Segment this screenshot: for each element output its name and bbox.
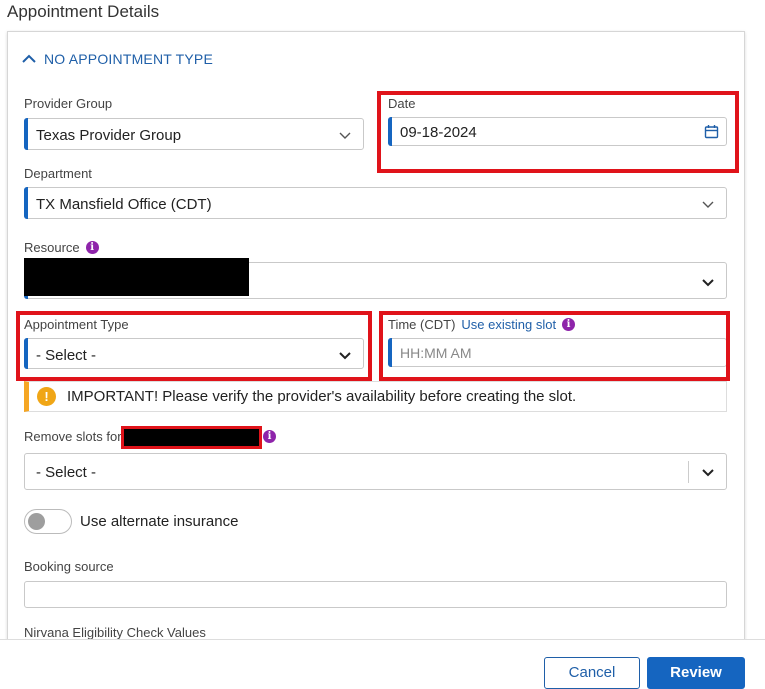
redacted-remove-slots (121, 426, 262, 449)
alternate-insurance-toggle[interactable] (24, 509, 72, 534)
toggle-knob (28, 513, 45, 530)
chevron-down-icon (339, 132, 351, 139)
chevron-up-icon (22, 54, 36, 63)
department-select[interactable]: TX Mansfield Office (CDT) (24, 187, 727, 219)
redacted-resource (24, 258, 249, 296)
alternate-insurance-label: Use alternate insurance (80, 513, 239, 530)
time-highlight-box (379, 311, 730, 381)
booking-source-label: Booking source (24, 559, 114, 574)
select-divider (688, 461, 689, 483)
chevron-down-icon (702, 469, 714, 477)
section-toggle[interactable]: NO APPOINTMENT TYPE (22, 51, 213, 67)
cancel-button[interactable]: Cancel (544, 657, 640, 689)
appointment-type-highlight-box (16, 311, 372, 381)
review-button[interactable]: Review (647, 657, 745, 689)
department-value: TX Mansfield Office (CDT) (36, 196, 212, 213)
resource-label-row: Resource i (24, 240, 99, 255)
section-toggle-label: NO APPOINTMENT TYPE (44, 51, 213, 67)
page-title: Appointment Details (7, 2, 160, 21)
remove-slots-label: Remove slots for (24, 429, 122, 444)
chevron-down-icon (702, 201, 714, 208)
info-icon[interactable]: i (263, 430, 276, 443)
provider-group-label: Provider Group (24, 96, 113, 111)
department-label: Department (24, 166, 92, 181)
date-highlight-box (377, 91, 739, 173)
info-icon[interactable]: i (85, 241, 99, 254)
provider-group-select[interactable]: Texas Provider Group (24, 118, 364, 150)
availability-warning-banner: ! IMPORTANT! Please verify the provider'… (24, 381, 727, 412)
nirvana-label: Nirvana Eligibility Check Values (24, 625, 206, 640)
resource-label: Resource (24, 240, 80, 255)
remove-slots-select[interactable]: - Select - (24, 453, 727, 490)
chevron-down-icon (702, 279, 714, 287)
footer-bar: Cancel Review (0, 639, 765, 689)
remove-slots-value: - Select - (36, 464, 97, 481)
provider-group-value: Texas Provider Group (36, 127, 182, 144)
warning-icon: ! (37, 387, 56, 406)
warning-message: IMPORTANT! Please verify the provider's … (67, 388, 577, 405)
booking-source-input[interactable] (24, 581, 727, 608)
remove-slots-label-row: Remove slots for (24, 429, 122, 444)
